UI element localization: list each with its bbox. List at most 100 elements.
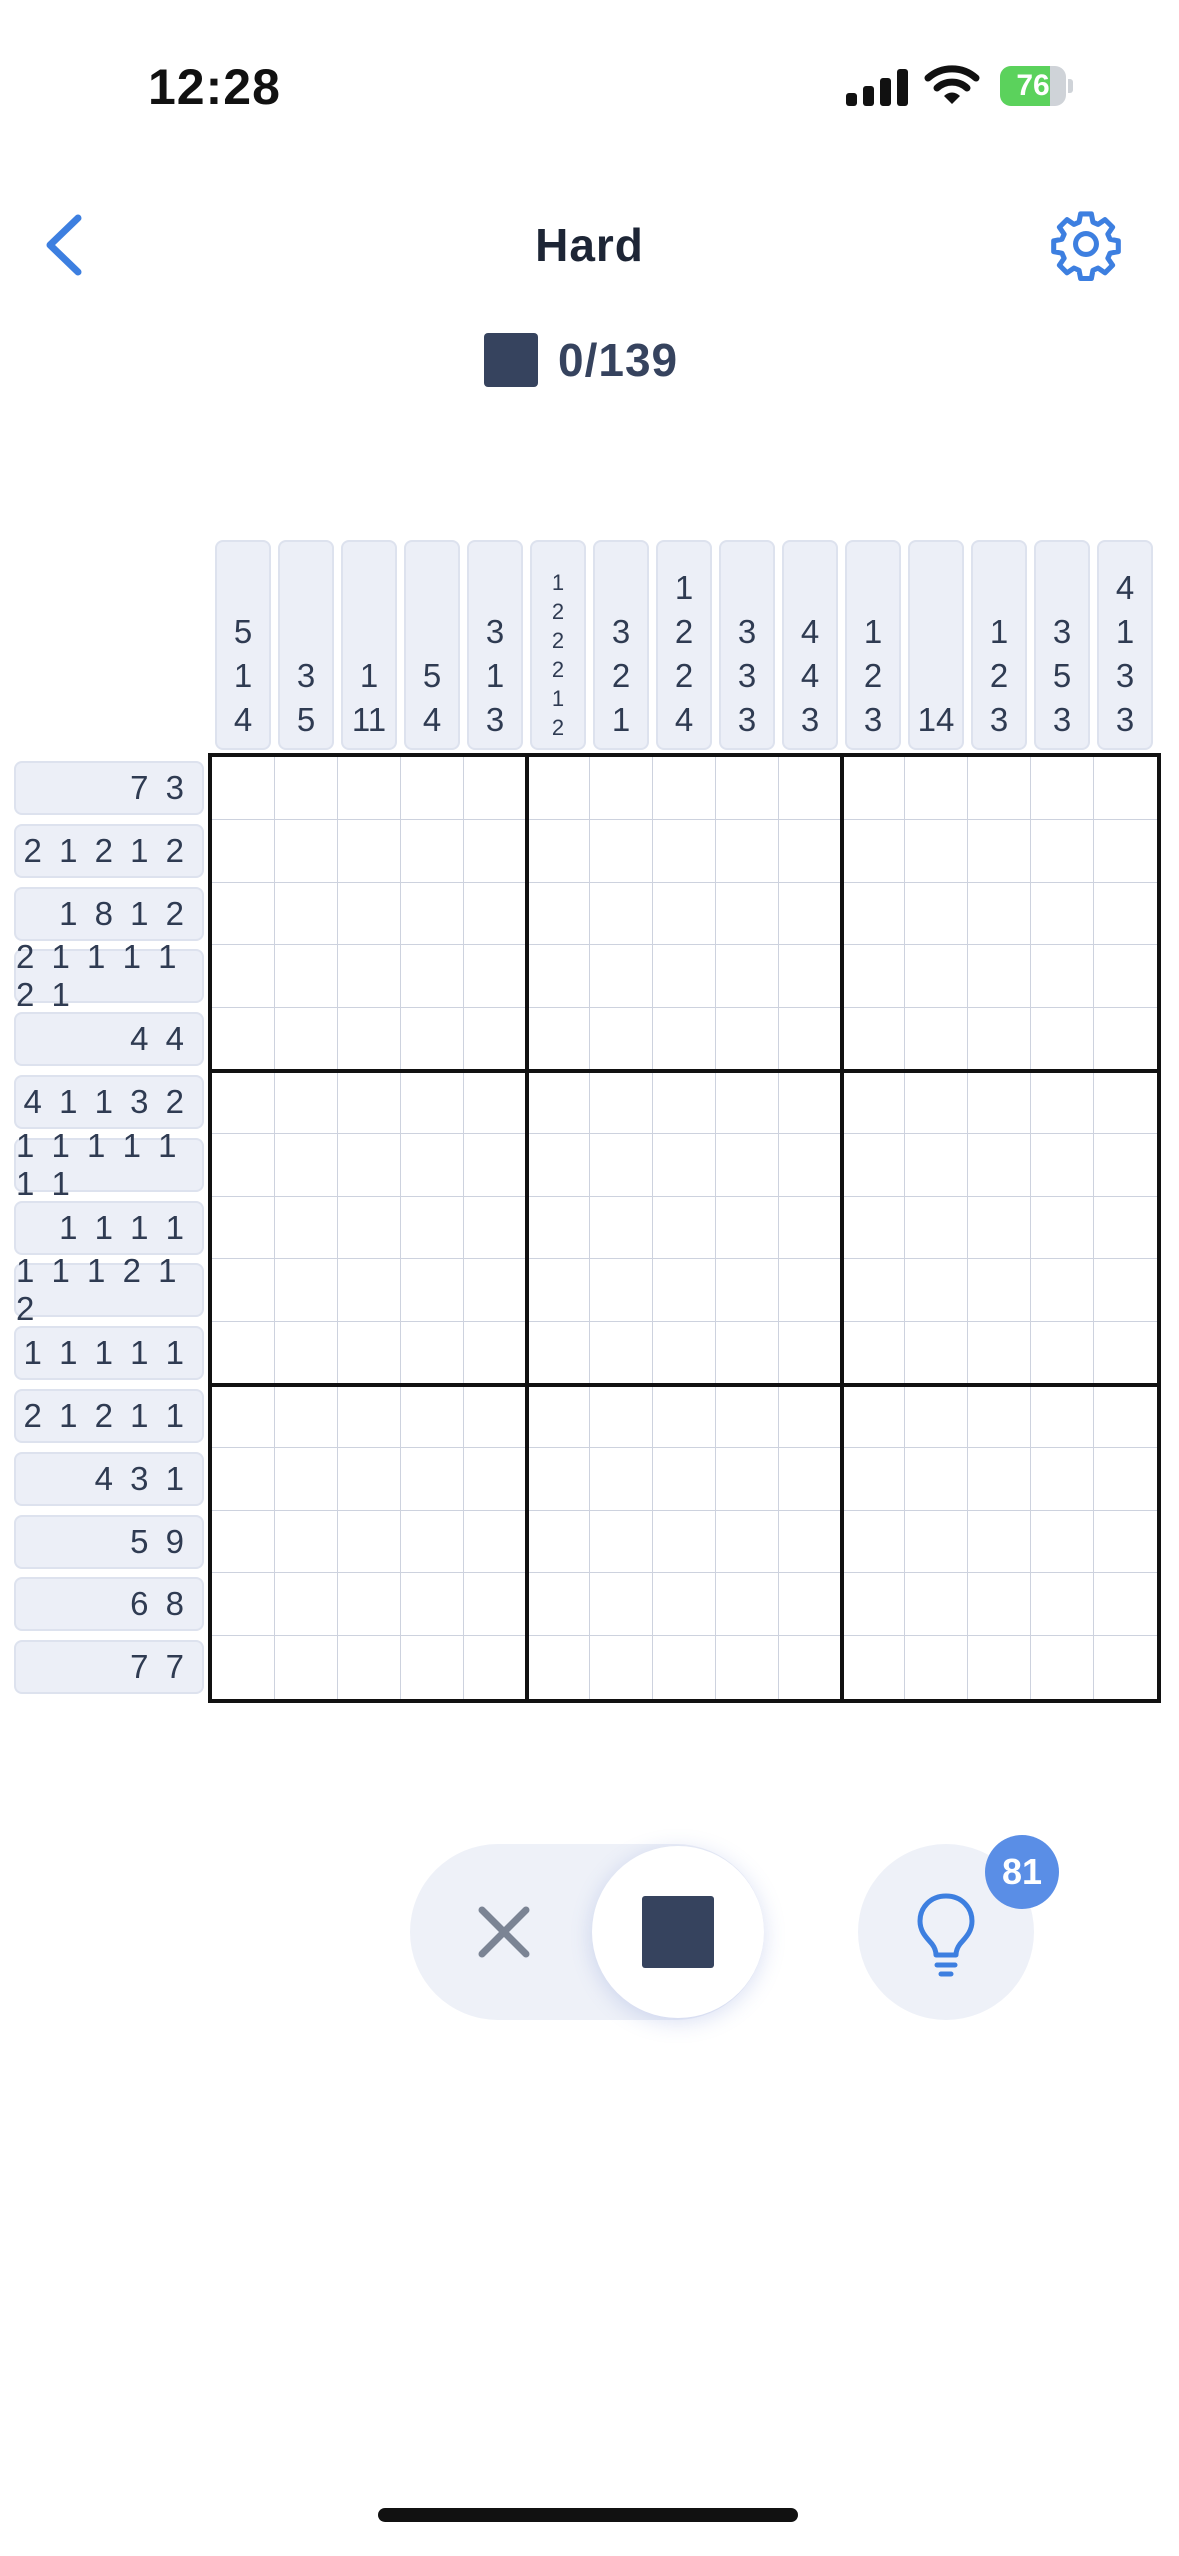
grid-cell[interactable] <box>338 1636 401 1699</box>
grid-cell[interactable] <box>1031 1636 1094 1699</box>
grid-cell[interactable] <box>527 1447 590 1511</box>
grid-cell[interactable] <box>275 1322 338 1385</box>
grid-cell[interactable] <box>968 1573 1031 1637</box>
grid-cell[interactable] <box>653 1196 716 1260</box>
grid-cell[interactable] <box>1094 1008 1157 1071</box>
grid-cell[interactable] <box>338 1322 401 1385</box>
grid-cell[interactable] <box>716 1196 779 1260</box>
grid-cell[interactable] <box>1094 1134 1157 1197</box>
grid-cell[interactable] <box>275 1133 338 1197</box>
grid-cell[interactable] <box>716 1636 779 1699</box>
grid-cell[interactable] <box>527 1573 590 1637</box>
grid-cell[interactable] <box>842 757 905 820</box>
grid-cell[interactable] <box>590 1510 653 1574</box>
grid-cell[interactable] <box>842 1322 905 1385</box>
grid-cell[interactable] <box>842 1510 905 1574</box>
grid-cell[interactable] <box>716 945 779 1009</box>
grid-cell[interactable] <box>338 882 401 946</box>
grid-cell[interactable] <box>905 819 968 883</box>
grid-cell[interactable] <box>968 1510 1031 1574</box>
grid-cell[interactable] <box>1031 819 1094 883</box>
grid-cell[interactable] <box>653 1573 716 1637</box>
grid-cell[interactable] <box>464 1636 527 1699</box>
grid-cell[interactable] <box>716 1259 779 1323</box>
grid-cell[interactable] <box>401 1510 464 1574</box>
grid-cell[interactable] <box>464 1070 527 1134</box>
grid-cell[interactable] <box>653 1510 716 1574</box>
grid-cell[interactable] <box>1031 1322 1094 1385</box>
grid-cell[interactable] <box>716 757 779 820</box>
grid-cell[interactable] <box>338 1259 401 1323</box>
grid-cell[interactable] <box>905 757 968 820</box>
grid-cell[interactable] <box>338 1447 401 1511</box>
grid-cell[interactable] <box>653 1636 716 1699</box>
grid-cell[interactable] <box>1031 1133 1094 1197</box>
grid-cell[interactable] <box>275 1384 338 1448</box>
grid-cell[interactable] <box>338 757 401 820</box>
grid-cell[interactable] <box>401 882 464 946</box>
grid-cell[interactable] <box>842 1447 905 1511</box>
grid-cell[interactable] <box>968 1322 1031 1385</box>
grid-cell[interactable] <box>1031 1447 1094 1511</box>
grid-cell[interactable] <box>275 1447 338 1511</box>
grid-cell[interactable] <box>590 1322 653 1385</box>
grid-cell[interactable] <box>653 1133 716 1197</box>
grid-cell[interactable] <box>401 1573 464 1637</box>
grid-cell[interactable] <box>842 1008 905 1071</box>
grid-cell[interactable] <box>1094 1259 1157 1323</box>
grid-cell[interactable] <box>401 945 464 1009</box>
grid-cell[interactable] <box>401 1447 464 1511</box>
grid-cell[interactable] <box>527 1133 590 1197</box>
grid-cell[interactable] <box>779 1070 842 1134</box>
grid-cell[interactable] <box>275 1196 338 1260</box>
grid-cell[interactable] <box>464 882 527 946</box>
grid-cell[interactable] <box>590 1636 653 1699</box>
grid-cell[interactable] <box>1031 1573 1094 1637</box>
grid-cell[interactable] <box>527 1510 590 1574</box>
grid-cell[interactable] <box>653 1447 716 1511</box>
grid-cell[interactable] <box>590 757 653 820</box>
grid-cell[interactable] <box>401 1070 464 1134</box>
grid-cell[interactable] <box>590 1384 653 1448</box>
grid-cell[interactable] <box>653 1259 716 1323</box>
grid-cell[interactable] <box>716 882 779 946</box>
grid-cell[interactable] <box>1094 757 1157 820</box>
grid-cell[interactable] <box>716 1070 779 1134</box>
grid-cell[interactable] <box>968 757 1031 820</box>
grid-cell[interactable] <box>527 945 590 1009</box>
grid-cell[interactable] <box>464 1133 527 1197</box>
grid-cell[interactable] <box>905 1070 968 1134</box>
grid-cell[interactable] <box>779 1196 842 1260</box>
grid-cell[interactable] <box>275 1510 338 1574</box>
grid-cell[interactable] <box>527 757 590 820</box>
grid-cell[interactable] <box>716 819 779 883</box>
grid-cell[interactable] <box>1094 1197 1157 1260</box>
grid-cell[interactable] <box>401 819 464 883</box>
grid-cell[interactable] <box>1031 882 1094 946</box>
grid-cell[interactable] <box>338 1510 401 1574</box>
grid-cell[interactable] <box>716 1008 779 1071</box>
grid-cell[interactable] <box>212 1636 275 1699</box>
grid-cell[interactable] <box>842 819 905 883</box>
grid-cell[interactable] <box>968 1384 1031 1448</box>
grid-cells[interactable] <box>212 757 1157 1699</box>
grid-cell[interactable] <box>1094 1573 1157 1637</box>
grid-cell[interactable] <box>968 1196 1031 1260</box>
grid-cell[interactable] <box>212 1070 275 1134</box>
grid-cell[interactable] <box>527 882 590 946</box>
grid-cell[interactable] <box>338 1196 401 1260</box>
grid-cell[interactable] <box>212 1447 275 1511</box>
grid-cell[interactable] <box>401 1322 464 1385</box>
grid-cell[interactable] <box>590 1133 653 1197</box>
grid-cell[interactable] <box>401 1259 464 1323</box>
grid-cell[interactable] <box>590 945 653 1009</box>
settings-button[interactable] <box>1048 206 1124 282</box>
grid-cell[interactable] <box>338 1573 401 1637</box>
grid-cell[interactable] <box>527 1322 590 1385</box>
grid-cell[interactable] <box>212 1259 275 1323</box>
grid-cell[interactable] <box>842 1196 905 1260</box>
grid-cell[interactable] <box>653 757 716 820</box>
grid-cell[interactable] <box>464 1447 527 1511</box>
grid-cell[interactable] <box>1094 1448 1157 1511</box>
grid-cell[interactable] <box>401 1133 464 1197</box>
